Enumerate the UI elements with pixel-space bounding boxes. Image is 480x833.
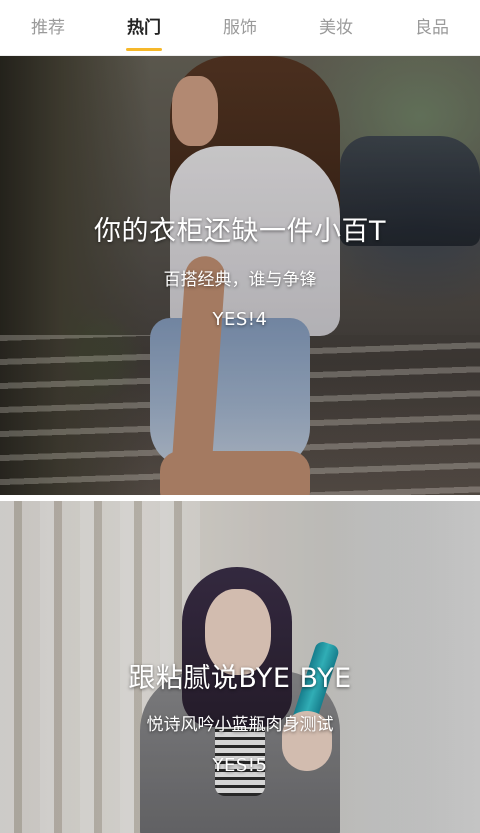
tab-hot[interactable]: 热门 [96, 0, 192, 55]
tab-label: 服饰 [223, 18, 257, 38]
card-title: 跟粘腻说BYE BYE [128, 663, 352, 694]
feed-card[interactable]: 你的衣柜还缺一件小百T 百搭经典，谁与争锋 YES!4 [0, 56, 480, 495]
card-subtitle: 百搭经典，谁与争锋 [163, 270, 317, 290]
tab-good-products[interactable]: 良品 [384, 0, 480, 55]
category-tab-bar: 推荐 热门 服饰 美妆 良品 [0, 0, 480, 56]
feed-card[interactable]: 跟粘腻说BYE BYE 悦诗风吟小蓝瓶肉身测试 YES!5 [0, 501, 480, 833]
active-tab-indicator [126, 48, 162, 51]
tab-label: 良品 [415, 18, 449, 38]
card-yes-count: YES!4 [212, 309, 268, 330]
card-title: 你的衣柜还缺一件小百T [94, 216, 386, 247]
tab-beauty[interactable]: 美妆 [288, 0, 384, 55]
tab-label: 推荐 [31, 18, 65, 38]
tab-label: 美妆 [319, 18, 353, 38]
tab-label: 热门 [127, 18, 161, 38]
card-yes-count: YES!5 [212, 755, 268, 776]
card-subtitle: 悦诗风吟小蓝瓶肉身测试 [146, 715, 334, 735]
tab-apparel[interactable]: 服饰 [192, 0, 288, 55]
tab-recommended[interactable]: 推荐 [0, 0, 96, 55]
